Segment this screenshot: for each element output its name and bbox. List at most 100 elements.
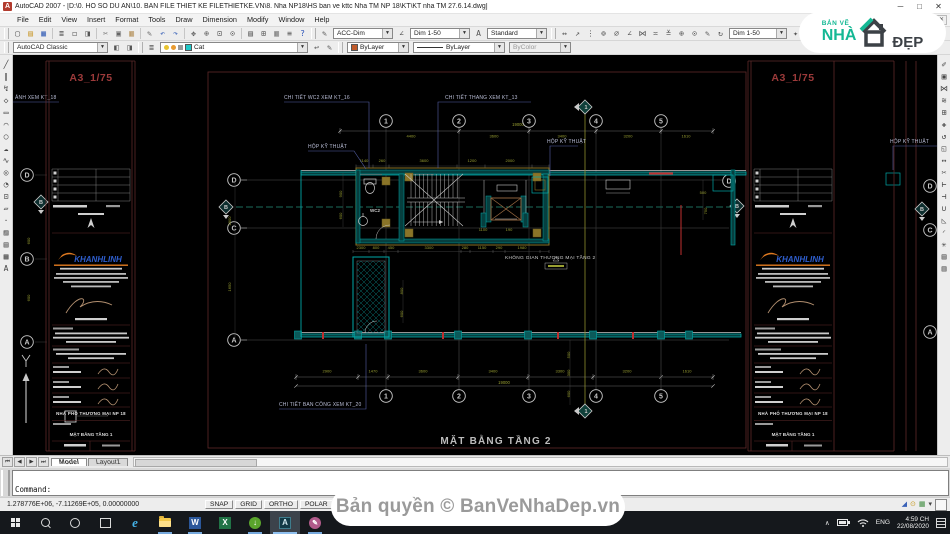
my-workspace-icon[interactable]: ◨ (123, 42, 136, 54)
line-icon[interactable]: ╱ (0, 58, 12, 70)
scrollbar-thumb[interactable] (135, 459, 258, 467)
menu-modify[interactable]: Modify (242, 15, 274, 24)
tray-settings-icon[interactable]: ▦ (919, 499, 926, 510)
copy-object-icon[interactable]: ▣ (938, 70, 950, 82)
excel-icon[interactable]: X (210, 511, 240, 534)
autocad-taskbar-icon[interactable]: A (270, 511, 300, 534)
chevron-down-icon[interactable]: ▼ (776, 29, 786, 38)
menu-help[interactable]: Help (309, 15, 334, 24)
break-icon[interactable]: ⊣ (938, 190, 950, 202)
erase-icon[interactable]: ✐ (938, 58, 950, 70)
aligned-dimension-icon[interactable]: ↗ (571, 28, 584, 40)
open-icon[interactable]: ▤ (24, 28, 37, 40)
toolbar-grip[interactable] (311, 28, 316, 39)
plot-icon[interactable]: ≣ (55, 28, 68, 40)
zoom-realtime-icon[interactable]: ⊕ (200, 28, 213, 40)
radius-dimension-icon[interactable]: ⊚ (597, 28, 610, 40)
mirror-icon[interactable]: ⋈ (938, 82, 950, 94)
layer-previous-icon[interactable]: ↩ (310, 42, 323, 54)
text-style-icon[interactable]: A (472, 28, 485, 40)
chevron-down-icon[interactable]: ▼ (560, 43, 570, 52)
text-style-combo[interactable]: Standard ▼ (487, 28, 547, 39)
extend-icon[interactable]: ⊢ (938, 178, 950, 190)
horizontal-scrollbar[interactable] (133, 457, 948, 467)
angular-dimension-icon[interactable]: ∠ (623, 28, 636, 40)
close-button[interactable]: ✕ (929, 0, 948, 13)
menu-tools[interactable]: Tools (143, 15, 170, 24)
gradient-icon[interactable]: ▤ (0, 238, 12, 250)
taskbar-search-icon[interactable] (30, 511, 60, 534)
explode-icon[interactable]: ✳ (938, 238, 950, 250)
ellipse-arc-icon[interactable]: ◔ (0, 178, 12, 190)
paste-icon[interactable]: ▥ (125, 28, 138, 40)
dim-style-combo[interactable]: ACC-Dim ▼ (333, 28, 393, 39)
toolbar-lock-icon[interactable]: ⊙ (910, 499, 916, 510)
file-explorer-icon[interactable] (150, 511, 180, 534)
menu-draw[interactable]: Draw (170, 15, 197, 24)
move-icon[interactable]: ✚ (938, 118, 950, 130)
chevron-down-icon[interactable]: ▼ (382, 29, 392, 38)
menu-format[interactable]: Format (110, 15, 143, 24)
arc-icon[interactable]: ⌒ (0, 118, 12, 130)
array-icon[interactable]: ⊞ (938, 106, 950, 118)
copy-icon[interactable]: ▣ (112, 28, 125, 40)
polygon-icon[interactable]: ◇ (0, 94, 12, 106)
ordinate-dimension-icon[interactable]: ⋮ (584, 28, 597, 40)
taskbar-clock[interactable]: 4:59 CH 22/08/2020 (897, 516, 929, 530)
status-toggle-grid[interactable]: GRID (235, 499, 262, 509)
chevron-down-icon[interactable]: ▼ (297, 43, 307, 52)
paint-icon[interactable]: ✎ (300, 511, 330, 534)
dim-scale-combo[interactable]: Dim 1-50 ▼ (410, 28, 470, 39)
spline-icon[interactable]: ∿ (0, 154, 12, 166)
revision-cloud-icon[interactable]: ☁ (0, 142, 12, 154)
color-combo[interactable]: ByLayer ▼ (347, 42, 409, 53)
stretch-icon[interactable]: ↔ (938, 154, 950, 166)
publish-icon[interactable]: ◨ (81, 28, 94, 40)
dim-style-combo-2[interactable]: Dim 1-50 ▼ (729, 28, 787, 39)
polyline-icon[interactable]: ↯ (0, 82, 12, 94)
undo-icon[interactable]: ↶ (156, 28, 169, 40)
chevron-down-icon[interactable]: ▼ (494, 43, 504, 52)
annotation-scale-icon[interactable]: ◢ (902, 499, 907, 510)
toolbar-grip[interactable] (4, 42, 9, 53)
tray-chevron-icon[interactable]: ∧ (825, 519, 830, 527)
hatch-icon[interactable]: ▨ (0, 226, 12, 238)
draw-order-front-icon[interactable]: ▤ (938, 250, 950, 262)
chevron-down-icon[interactable]: ▼ (536, 29, 546, 38)
drawing-canvas[interactable]: 19000 4400 3600 3400 3200 1610 1 2 3 4 5 2900 1470 36… (13, 55, 937, 455)
coordinates-readout[interactable]: 1.278776E+06, -7.11269E+05, 0.00000000 (3, 501, 203, 508)
notification-center-icon[interactable] (936, 517, 946, 528)
insert-block-icon[interactable]: ⊡ (0, 190, 12, 202)
linear-dimension-icon[interactable]: ↔ (558, 28, 571, 40)
draw-order-back-icon[interactable]: ▥ (938, 262, 950, 274)
tab-last-icon[interactable]: ⏭ (38, 457, 49, 467)
layer-properties-manager-icon[interactable]: ≣ (145, 42, 158, 54)
center-mark-icon[interactable]: ⊙ (688, 28, 701, 40)
redo-icon[interactable]: ↷ (169, 28, 182, 40)
chevron-down-icon[interactable]: ▼ (97, 43, 107, 52)
status-toggle-ortho[interactable]: ORTHO (263, 499, 298, 509)
offset-icon[interactable]: ≋ (938, 94, 950, 106)
battery-icon[interactable] (836, 518, 850, 527)
diameter-dimension-icon[interactable]: ⌀ (610, 28, 623, 40)
pan-icon[interactable]: ✥ (187, 28, 200, 40)
start-button[interactable] (0, 511, 30, 534)
status-menu-arrow-icon[interactable]: ▾ (928, 499, 932, 510)
zoom-previous-icon[interactable]: ⊙ (226, 28, 239, 40)
circle-icon[interactable]: ○ (0, 130, 12, 142)
cut-icon[interactable]: ✂ (99, 28, 112, 40)
chevron-down-icon[interactable]: ▼ (398, 43, 408, 52)
workspace-settings-icon[interactable]: ◧ (110, 42, 123, 54)
idm-icon[interactable]: ↓ (240, 511, 270, 534)
sheet-set-manager-icon[interactable]: ≡ (283, 28, 296, 40)
language-indicator[interactable]: ENG (876, 519, 890, 526)
dim-style-manager-icon[interactable]: ✎ (318, 28, 331, 40)
construction-line-icon[interactable]: ∥ (0, 70, 12, 82)
help-icon[interactable]: ? (296, 28, 309, 40)
word-icon[interactable]: W (180, 511, 210, 534)
toolbar-grip[interactable] (551, 28, 556, 39)
status-toggle-snap[interactable]: SNAP (205, 499, 234, 509)
ellipse-icon[interactable]: ◎ (0, 166, 12, 178)
tolerance-icon[interactable]: ⊕ (675, 28, 688, 40)
tool-palettes-icon[interactable]: ▥ (270, 28, 283, 40)
